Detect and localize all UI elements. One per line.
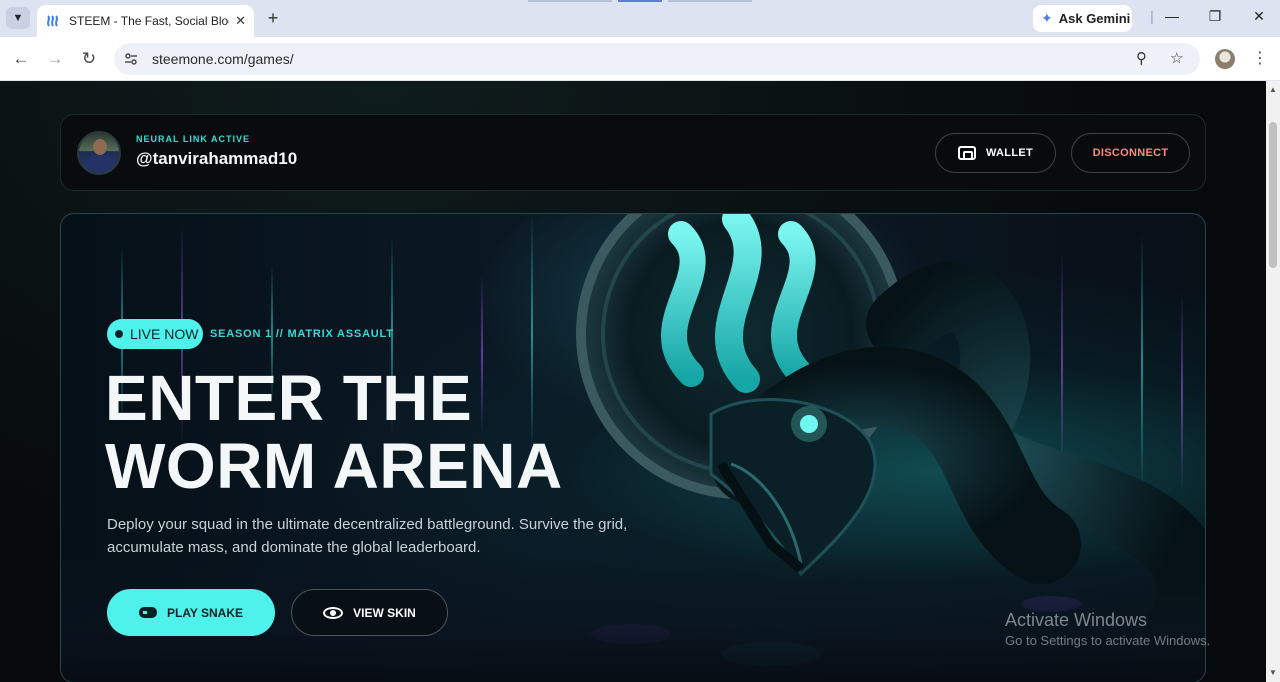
eye-icon (323, 606, 344, 619)
neural-link-status: NEURAL LINK ACTIVE (136, 134, 251, 144)
forward-arrow-icon[interactable]: → (43, 47, 67, 71)
profile-avatar[interactable] (1215, 49, 1235, 69)
avatar-face (93, 139, 107, 155)
url-text: steemone.com/games/ (152, 51, 294, 67)
minimize-icon[interactable]: — (1160, 8, 1184, 28)
gamepad-icon (138, 607, 157, 618)
username: @tanvirahammad10 (136, 149, 298, 168)
headline-line-1: ENTER THE (105, 362, 473, 434)
scroll-down-icon[interactable]: ▼ (1269, 668, 1277, 677)
scrollbar-thumb[interactable] (1269, 122, 1277, 268)
address-bar[interactable]: steemone.com/games/ ⚲ ☆ (114, 43, 1200, 75)
kebab-menu-icon[interactable]: ⋮ (1252, 48, 1268, 68)
new-tab-button[interactable]: + (262, 8, 284, 30)
tab-strip-divider (618, 0, 662, 2)
user-header-card: NEURAL LINK ACTIVE @tanvirahammad10 WALL… (60, 114, 1206, 191)
scroll-up-icon[interactable]: ▲ (1269, 85, 1277, 94)
activate-windows-subtitle: Go to Settings to activate Windows. (1005, 633, 1211, 648)
activate-windows-title: Activate Windows (1005, 610, 1148, 630)
active-tab[interactable]: STEEM - The Fast, Social Blockchain ✕ (37, 5, 254, 37)
steem-favicon-icon (47, 15, 58, 27)
reload-icon[interactable]: ↻ (77, 47, 101, 71)
close-tab-icon[interactable]: ✕ (235, 13, 246, 29)
wallet-button[interactable]: WALLET (935, 133, 1056, 173)
live-now-badge: LIVE NOW (107, 319, 203, 349)
bookmark-star-icon[interactable]: ☆ (1170, 49, 1183, 67)
site-info-icon (125, 53, 137, 65)
page-viewport: NEURAL LINK ACTIVE @tanvirahammad10 WALL… (0, 81, 1266, 682)
address-toolbar: ← → ↻ steemone.com/games/ ⚲ ☆ ⋮ (0, 37, 1280, 81)
disconnect-button[interactable]: DISCONNECT (1071, 133, 1190, 173)
ask-gemini-button[interactable]: ✦ Ask Gemini (1033, 5, 1132, 32)
back-arrow-icon[interactable]: ← (9, 47, 33, 71)
ask-gemini-label: Ask Gemini (1058, 11, 1131, 26)
live-now-label: LIVE NOW (130, 326, 199, 342)
view-skin-label: VIEW SKIN (353, 605, 416, 620)
tab-title: STEEM - The Fast, Social Blockchain (69, 14, 229, 28)
browser-tab-strip: ▼ STEEM - The Fast, Social Blockchain ✕ … (0, 0, 1280, 37)
disconnect-label: DISCONNECT (1092, 147, 1169, 159)
wallet-label: WALLET (985, 147, 1033, 159)
key-icon[interactable]: ⚲ (1136, 49, 1147, 67)
season-label: SEASON 1 // MATRIX ASSAULT (210, 328, 394, 340)
gemini-sparkle-icon: ✦ (1041, 10, 1053, 26)
tab-strip-divider (668, 0, 752, 2)
avatar-body (87, 155, 113, 173)
wallet-icon (957, 146, 976, 160)
tab-strip-divider (528, 0, 612, 2)
headline-line-2: WORM ARENA (105, 430, 563, 502)
close-window-icon[interactable]: ✕ (1247, 8, 1271, 28)
play-snake-label: PLAY SNAKE (166, 605, 244, 620)
live-dot-icon (115, 330, 123, 338)
chevron-down-icon: ▼ (12, 12, 24, 24)
tab-search-button[interactable]: ▼ (6, 7, 30, 29)
hero-headline: ENTER THE WORM ARENA (105, 364, 563, 500)
restore-icon[interactable]: ❐ (1203, 8, 1227, 28)
hero-description: Deploy your squad in the ultimate decent… (107, 516, 628, 556)
play-snake-button[interactable]: PLAY SNAKE (107, 589, 275, 636)
view-skin-button[interactable]: VIEW SKIN (291, 589, 448, 636)
user-avatar (77, 131, 121, 175)
